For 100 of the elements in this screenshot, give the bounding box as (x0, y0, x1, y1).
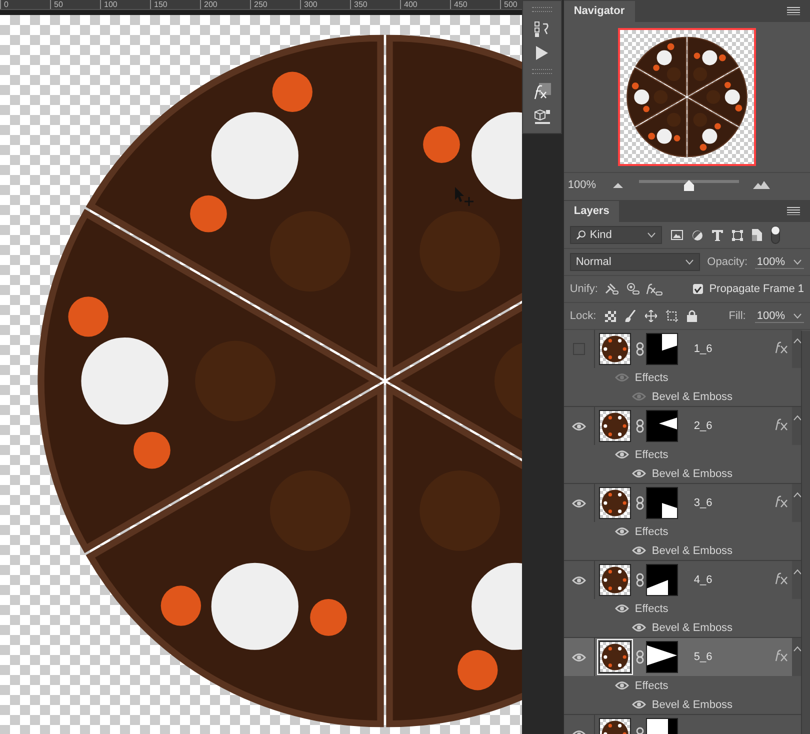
layer-mask-thumbnail (646, 564, 678, 596)
caret-icon (792, 258, 802, 264)
effects-label[interactable]: Effects (634, 448, 668, 460)
chain-link-icon[interactable] (636, 342, 644, 356)
shape-icon[interactable] (732, 230, 743, 240)
smart-object-icon[interactable] (752, 229, 762, 241)
ruler-label: 200 (200, 0, 250, 9)
layer-row[interactable]: 1_6 (564, 330, 802, 368)
cube-icon[interactable] (533, 109, 551, 125)
ruler-label: 150 (150, 0, 200, 9)
eye-icon[interactable] (614, 527, 629, 536)
pin-icon[interactable] (604, 283, 619, 295)
effect-name[interactable]: Bevel & Emboss (652, 390, 733, 402)
opacity-field[interactable]: 100% (754, 256, 804, 268)
expand-caret-icon[interactable] (792, 569, 802, 575)
ruler-label: 50 (50, 0, 100, 9)
effects-label[interactable]: Effects (634, 602, 668, 614)
scrollbar[interactable] (801, 331, 810, 734)
pie-thumbnail-drawing (602, 720, 628, 734)
effects-label[interactable]: Effects (634, 526, 668, 538)
ruler-label: 350 (350, 0, 400, 9)
text-icon[interactable] (712, 230, 723, 240)
expand-caret-icon[interactable] (792, 492, 802, 498)
eye-icon[interactable] (614, 604, 629, 613)
search-icon (576, 230, 586, 240)
visibility-eye-icon[interactable] (572, 422, 586, 430)
ruler-label: 250 (250, 0, 300, 9)
layer-name[interactable]: 3_6 (694, 497, 775, 509)
unify-label: Unify: (570, 283, 598, 295)
fx-link-icon[interactable] (646, 282, 663, 296)
ruler-label: 450 (450, 0, 500, 9)
effects-label[interactable]: Effects (634, 372, 668, 384)
crop-icon[interactable] (666, 310, 678, 322)
opacity-label: Opacity: (707, 256, 748, 268)
padlock-icon[interactable] (687, 310, 698, 322)
layer-row[interactable]: 5_6 (564, 638, 802, 676)
eye-icon[interactable] (632, 469, 646, 478)
ruler-label: 300 (300, 0, 350, 9)
visibility-eye-icon[interactable] (572, 652, 586, 662)
layer-name[interactable]: 4_6 (694, 574, 775, 586)
ruler-label: 100 (100, 0, 150, 9)
eye-icon[interactable] (632, 546, 646, 555)
filter-toggle[interactable] (770, 226, 780, 244)
chain-link-icon[interactable] (636, 573, 644, 587)
play-icon[interactable] (535, 46, 549, 60)
layer-mask-thumbnail (646, 333, 678, 365)
visibility-eye-icon[interactable] (572, 498, 586, 508)
fill-field[interactable]: 100% (754, 310, 804, 322)
chain-link-icon[interactable] (636, 650, 644, 664)
filter-dropdown[interactable]: Kind (570, 226, 662, 244)
expand-caret-icon[interactable] (792, 646, 802, 652)
layer-name[interactable]: 5_6 (694, 651, 775, 663)
layer-row[interactable]: 4_6 (564, 561, 802, 599)
layer-name[interactable]: 1_6 (694, 343, 775, 355)
zoom-out-icon[interactable] (612, 182, 623, 188)
layer-row[interactable]: 2_6 (564, 407, 802, 445)
brush-icon[interactable] (625, 310, 636, 322)
lock-label: Lock: (570, 310, 596, 322)
effect-name[interactable]: Bevel & Emboss (652, 468, 733, 480)
layer-mask-thumbnail (646, 641, 678, 673)
navigator-tab[interactable]: Navigator (564, 1, 635, 22)
eye-icon[interactable] (632, 623, 646, 632)
propagate-label: Propagate Frame 1 (709, 283, 804, 295)
effect-name[interactable]: Bevel & Emboss (652, 698, 733, 710)
layer-mask-thumbnail (646, 487, 678, 519)
zoom-value[interactable]: 100% (564, 179, 613, 191)
move-cursor-icon (455, 187, 474, 206)
eye-icon[interactable] (632, 700, 646, 709)
effect-name[interactable]: Bevel & Emboss (652, 544, 733, 556)
fx-icon[interactable] (533, 83, 551, 100)
adjustment-icon[interactable] (692, 230, 703, 240)
visibility-eye-icon[interactable] (572, 576, 586, 584)
move-icon[interactable] (645, 310, 658, 322)
blend-mode-dropdown[interactable]: Normal (570, 253, 700, 271)
caret-icon (646, 232, 656, 238)
effect-name[interactable]: Bevel & Emboss (652, 622, 733, 634)
fill-label: Fill: (728, 310, 746, 322)
checkerboard-icon[interactable] (605, 310, 616, 322)
chain-link-icon[interactable] (636, 419, 644, 433)
propagate-checkbox[interactable] (693, 284, 704, 294)
layer-row[interactable]: 3_6 (564, 484, 802, 522)
menu-icon[interactable] (787, 7, 800, 15)
navigator-preview[interactable] (618, 28, 756, 166)
history-icon[interactable] (534, 21, 550, 37)
ruler-label: 0 (0, 0, 50, 9)
eye-icon[interactable] (614, 450, 629, 459)
slider-thumb[interactable] (684, 180, 694, 190)
image-icon[interactable] (670, 230, 683, 240)
effects-label[interactable]: Effects (634, 680, 668, 692)
ruler-label: 400 (400, 0, 450, 9)
eye-icon[interactable] (614, 681, 629, 690)
menu-icon[interactable] (787, 207, 800, 215)
layers-tab[interactable]: Layers (564, 201, 620, 222)
caret-icon (793, 312, 802, 318)
zoom-in-icon[interactable] (752, 181, 770, 189)
chain-link-icon[interactable] (636, 496, 644, 510)
layer-name[interactable]: 2_6 (694, 420, 775, 432)
expand-caret-icon[interactable] (792, 338, 802, 344)
eye-link-icon[interactable] (624, 283, 640, 295)
expand-caret-icon[interactable] (792, 415, 802, 421)
